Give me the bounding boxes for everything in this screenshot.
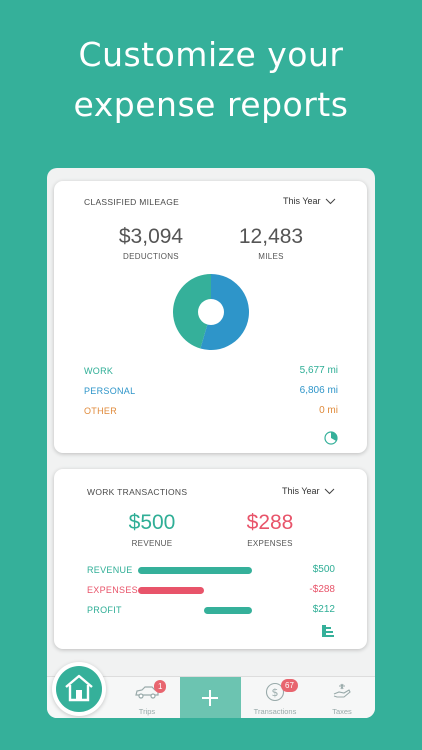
trips-badge: 1 — [154, 680, 167, 693]
deductions-label: DEDUCTIONS — [123, 252, 179, 261]
taxes-hand-icon — [333, 683, 351, 698]
transactions-card-title: WORK TRANSACTIONS — [87, 487, 188, 497]
profit-row-label: PROFIT — [87, 605, 122, 615]
plus-icon — [202, 690, 218, 706]
chevron-down-icon — [324, 488, 334, 494]
expenses-row-label: EXPENSES — [87, 585, 138, 595]
tab-taxes[interactable]: Taxes — [313, 677, 371, 718]
home-icon — [65, 674, 93, 702]
home-button-inner — [56, 666, 102, 712]
transactions-period-dropdown[interactable]: This Year — [282, 486, 335, 496]
expenses-row-value: -$288 — [309, 584, 335, 595]
personal-row-value: 6,806 mi — [299, 385, 338, 396]
tab-transactions[interactable]: $ 67 Transactions — [245, 677, 305, 718]
profit-bar — [203, 607, 252, 614]
work-row-value: 5,677 mi — [299, 365, 338, 376]
revenue-bar — [138, 567, 252, 574]
headline-line-1: Customize your — [78, 35, 344, 74]
miles-value: 12,483 — [238, 225, 304, 248]
trips-label: Trips — [138, 707, 156, 716]
mileage-period-label: This Year — [283, 196, 321, 206]
revenue-row-value: $500 — [312, 564, 335, 575]
home-button[interactable] — [52, 662, 106, 716]
phone-screen: CLASSIFIED MILEAGE This Year $3,094 DEDU… — [47, 168, 375, 718]
chevron-down-icon — [325, 198, 335, 204]
revenue-value: $500 — [128, 511, 176, 534]
deductions-value: $3,094 — [118, 225, 184, 248]
mileage-donut-chart — [173, 274, 249, 350]
taxes-label: Taxes — [332, 707, 352, 716]
classified-mileage-card[interactable]: CLASSIFIED MILEAGE This Year $3,094 DEDU… — [54, 181, 367, 453]
profit-row-value: $212 — [312, 604, 335, 615]
miles-label: MILES — [258, 252, 284, 261]
work-transactions-card[interactable]: WORK TRANSACTIONS This Year $500 REVENUE… — [54, 469, 367, 649]
pie-chart-icon[interactable] — [324, 431, 338, 445]
headline-line-2: expense reports — [73, 85, 349, 124]
donut-hole — [198, 299, 224, 325]
work-row-label: WORK — [84, 366, 114, 376]
tab-trips[interactable]: 1 Trips — [117, 677, 177, 718]
revenue-row-label: REVENUE — [87, 565, 133, 575]
add-button[interactable] — [180, 677, 241, 718]
svg-text:$: $ — [272, 686, 279, 699]
mileage-period-dropdown[interactable]: This Year — [283, 196, 336, 206]
expenses-value: $288 — [246, 511, 294, 534]
transactions-period-label: This Year — [282, 486, 320, 496]
other-row-label: OTHER — [84, 406, 117, 416]
other-row-value: 0 mi — [319, 405, 338, 416]
transactions-badge: 67 — [281, 679, 298, 692]
transactions-label: Transactions — [253, 707, 297, 716]
expenses-bar — [138, 587, 204, 594]
revenue-label: REVENUE — [131, 539, 173, 548]
bar-chart-icon[interactable] — [322, 625, 334, 637]
personal-row-label: PERSONAL — [84, 386, 136, 396]
mileage-card-title: CLASSIFIED MILEAGE — [84, 197, 180, 207]
expenses-label: EXPENSES — [247, 539, 293, 548]
headline: Customize your expense reports — [0, 30, 422, 130]
